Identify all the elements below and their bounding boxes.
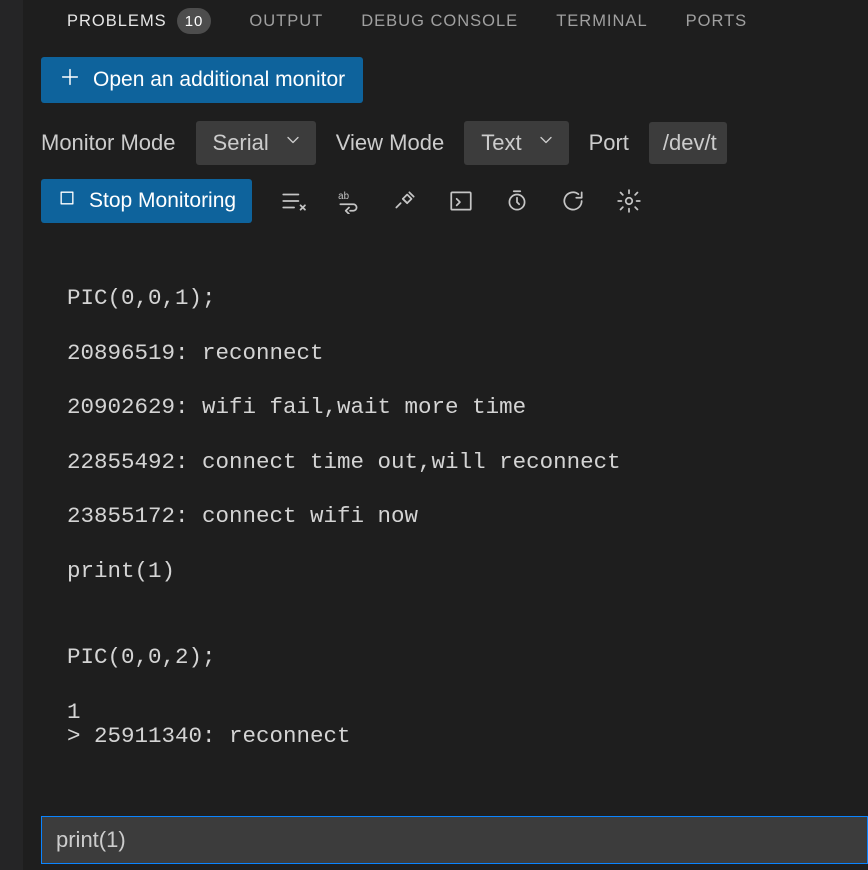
timestamp-icon[interactable] — [502, 186, 532, 216]
view-mode-select[interactable]: Text — [464, 121, 568, 165]
view-mode-label: View Mode — [336, 130, 444, 156]
svg-text:ab: ab — [338, 191, 349, 202]
chevron-down-icon — [536, 130, 556, 156]
tab-debug-console[interactable]: DEBUG CONSOLE — [361, 12, 518, 31]
clear-output-icon[interactable] — [278, 186, 308, 216]
console-line: 23855172: connect wifi now — [67, 505, 868, 528]
console-line — [67, 614, 868, 646]
serial-console-output: PIC(0,0,1); 20896519: reconnect 20902629… — [23, 233, 868, 816]
tab-ports[interactable]: PORTS — [686, 12, 748, 31]
problems-count-badge: 10 — [177, 8, 212, 34]
port-select[interactable]: /dev/t — [649, 122, 727, 164]
console-line: 22855492: connect time out,will reconnec… — [67, 451, 868, 474]
refresh-icon[interactable] — [558, 186, 588, 216]
console-line: 20896519: reconnect — [67, 342, 868, 365]
view-mode-value: Text — [481, 130, 521, 156]
open-additional-monitor-button[interactable]: Open an additional monitor — [41, 57, 363, 103]
tab-terminal[interactable]: TERMINAL — [556, 12, 647, 31]
square-icon — [57, 188, 77, 214]
port-label: Port — [589, 130, 629, 156]
stop-monitoring-button[interactable]: Stop Monitoring — [41, 179, 252, 223]
console-line: 1 — [67, 701, 868, 724]
open-additional-monitor-label: Open an additional monitor — [93, 68, 345, 92]
console-line: print(1) — [67, 560, 868, 583]
stop-monitoring-label: Stop Monitoring — [89, 189, 236, 213]
word-wrap-icon[interactable]: ab — [334, 186, 364, 216]
console-line: PIC(0,0,2); — [67, 646, 868, 669]
tab-output[interactable]: OUTPUT — [249, 12, 323, 31]
chevron-down-icon — [283, 130, 303, 156]
plus-icon — [59, 66, 81, 94]
monitor-mode-value: Serial — [213, 130, 269, 156]
monitor-mode-select[interactable]: Serial — [196, 121, 316, 165]
plug-icon[interactable] — [390, 186, 420, 216]
panel-tabs: PROBLEMS 10 OUTPUT DEBUG CONSOLE TERMINA… — [23, 0, 868, 42]
settings-gear-icon[interactable] — [614, 186, 644, 216]
tab-problems[interactable]: PROBLEMS 10 — [67, 8, 211, 34]
console-line: PIC(0,0,1); — [67, 287, 868, 310]
tab-problems-label: PROBLEMS — [67, 12, 167, 31]
serial-command-input[interactable] — [41, 816, 868, 864]
terminal-icon[interactable] — [446, 186, 476, 216]
console-line: > 25911340: reconnect — [67, 725, 868, 748]
activity-bar — [0, 0, 23, 870]
monitor-mode-label: Monitor Mode — [41, 130, 176, 156]
console-line: 20902629: wifi fail,wait more time — [67, 396, 868, 419]
